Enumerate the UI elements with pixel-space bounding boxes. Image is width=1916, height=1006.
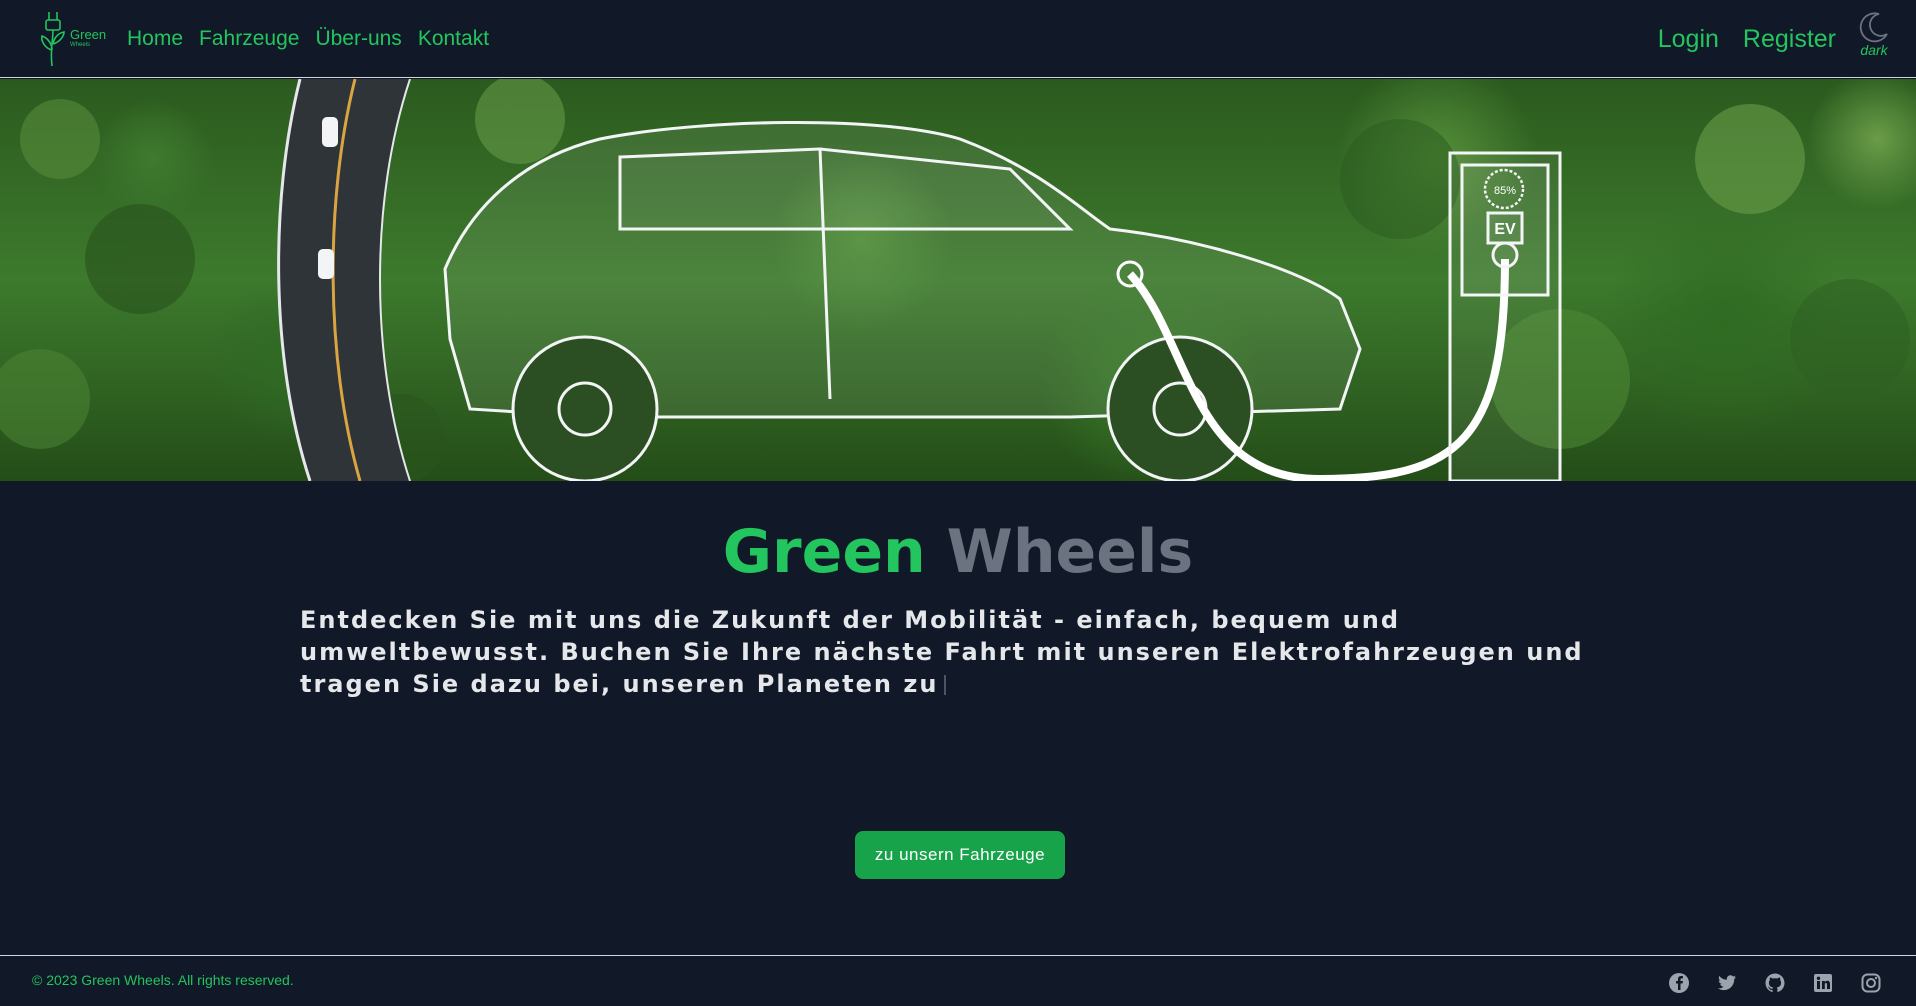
main-nav: Home Fahrzeuge Über-uns Kontakt [127,26,489,52]
linkedin-icon[interactable] [1812,972,1834,994]
tagline: Entdecken Sie mit uns die Zukunft der Mo… [300,604,1620,700]
brand-sub: Wheels [70,42,91,48]
theme-label: dark [1860,42,1888,58]
typing-cursor [944,675,947,695]
logo-text: Green Wheels [70,28,106,49]
title-rest: Wheels [946,517,1194,587]
nav-fahrzeuge[interactable]: Fahrzeuge [199,26,299,52]
page-title: Green Wheels [0,516,1916,588]
plug-leaf-icon [41,12,65,67]
nav-ueber-uns[interactable]: Über-uns [315,26,401,52]
moon-icon [1859,12,1888,43]
github-icon[interactable] [1764,972,1786,994]
title-green: Green [722,517,926,587]
theme-toggle[interactable]: dark [1852,10,1896,68]
logo[interactable]: Green Wheels [38,10,110,68]
instagram-icon[interactable] [1860,972,1882,994]
login-link[interactable]: Login [1658,24,1719,54]
register-link[interactable]: Register [1743,24,1836,54]
auth-links: Login Register [1658,24,1836,54]
copyright: © 2023 Green Wheels. All rights reserved… [32,972,294,988]
brand-name: Green [70,27,107,42]
facebook-icon[interactable] [1668,972,1690,994]
vehicles-button[interactable]: zu unsern Fahrzeuge [855,831,1065,879]
charger-label: EV [1494,221,1516,238]
navbar: Green Wheels Home Fahrzeuge Über-uns Kon… [0,0,1916,78]
ev-car-charging-illustration: EV 85% [0,79,1910,481]
twitter-icon[interactable] [1716,972,1738,994]
social-links [1668,972,1882,994]
charge-level: 85% [1494,185,1516,197]
hero-image: EV 85% [0,79,1916,481]
tagline-text: Entdecken Sie mit uns die Zukunft der Mo… [300,606,1584,698]
footer: © 2023 Green Wheels. All rights reserved… [0,955,1916,1006]
nav-kontakt[interactable]: Kontakt [418,26,489,52]
nav-home[interactable]: Home [127,26,183,52]
